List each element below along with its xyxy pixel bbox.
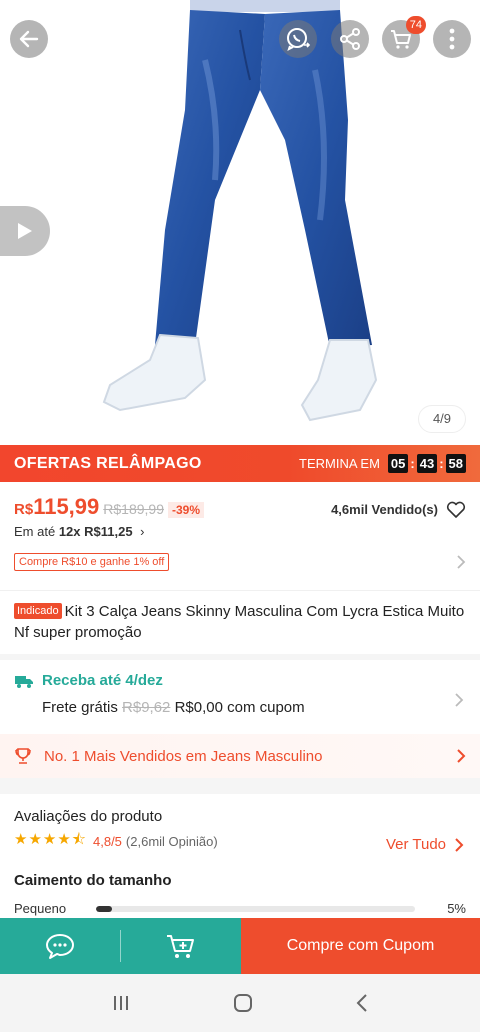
chevron-right-icon: [455, 837, 464, 852]
cart-button[interactable]: 74: [382, 16, 426, 58]
size-fit-bar-fill: [96, 905, 113, 912]
rating-count: (2,6mil Opinião): [125, 834, 218, 849]
shipping-new-price: R$0,00 com cupom: [174, 699, 305, 716]
reviews-section: Avaliações do produto ★★★★⯪ 4,8/5 (2,6mi…: [0, 778, 480, 918]
installments[interactable]: Em até 12x R$11,25 ›: [14, 524, 466, 539]
share-button[interactable]: [331, 20, 369, 58]
more-vertical-icon: [449, 28, 455, 50]
flash-sale-title: OFERTAS RELÂMPAGO: [14, 454, 202, 472]
see-all-label: Ver Tudo: [385, 836, 446, 853]
size-fit-title: Caimento do tamanho: [14, 872, 172, 889]
coupon-tag: Compre R$10 e ganhe 1% off: [14, 553, 170, 571]
countdown-seconds: 58: [445, 454, 466, 473]
whatsapp-share-button[interactable]: [279, 20, 317, 58]
see-all-reviews-link[interactable]: Ver Tudo: [386, 836, 464, 853]
product-image: [0, 0, 480, 445]
delivery-section[interactable]: Receba até 4/dez Frete grátis R$9,62 R$0…: [0, 654, 480, 734]
heart-icon[interactable]: [446, 501, 466, 519]
home-icon[interactable]: [232, 992, 254, 1014]
product-image-carousel[interactable]: 74 4/9: [0, 0, 480, 445]
price-currency: R$: [14, 501, 34, 518]
flash-sale-bar[interactable]: OFERTAS RELÂMPAGO TERMINA EM 05 : 43 : 5…: [0, 445, 480, 482]
price-section: R$ 115,99 R$189,99 -39% 4,6mil Vendido(s…: [0, 482, 480, 590]
reviews-title: Avaliações do produto: [14, 808, 163, 825]
shipping-old-price: R$9,62: [122, 699, 171, 716]
bottom-action-bar: Compre com Cupom: [0, 918, 480, 974]
countdown-hours: 05: [387, 454, 409, 473]
cart-count-badge: 74: [405, 16, 426, 34]
rating-value: 4,8/5: [93, 834, 122, 849]
back-button[interactable]: [10, 20, 48, 58]
chevron-right-icon: [455, 693, 464, 707]
whatsapp-icon: [287, 28, 311, 51]
system-navigation-bar: [0, 974, 480, 1032]
ranking-text: No. 1 Mais Vendidos em Jeans Masculino: [44, 747, 323, 765]
more-options-button[interactable]: [433, 20, 471, 58]
chevron-right-icon: [457, 555, 466, 569]
buy-with-coupon-button[interactable]: Compre com Cupom: [241, 918, 480, 974]
sold-count: 4,6mil Vendido(s): [331, 501, 466, 519]
image-pager: 4/9: [418, 405, 466, 433]
bestseller-ranking[interactable]: No. 1 Mais Vendidos em Jeans Masculino: [0, 734, 480, 778]
size-fit-label: Pequeno: [14, 901, 67, 916]
installments-prefix: Em até: [14, 524, 56, 539]
sold-count-label: 4,6mil Vendido(s): [331, 502, 438, 517]
shipping-label: Frete grátis: [42, 699, 118, 716]
rating-stars: ★★★★⯪: [14, 831, 87, 848]
size-fit-percent: 5%: [447, 901, 466, 916]
coupon-row[interactable]: Compre R$10 e ganhe 1% off: [14, 553, 466, 571]
discount-badge: -39%: [167, 502, 204, 518]
video-play-button[interactable]: [0, 206, 50, 256]
flash-ends-label: TERMINA EM: [299, 456, 380, 471]
truck-icon: [15, 675, 33, 688]
action-divider: [120, 918, 121, 974]
product-title: Kit 3 Calça Jeans Skinny Masculina Com L…: [14, 603, 465, 641]
size-fit-row: Pequeno 5%: [14, 901, 466, 916]
back-nav-icon[interactable]: [355, 992, 369, 1014]
delivery-eta: Receba até 4/dez: [42, 672, 163, 689]
recommended-badge: Indicado: [14, 603, 62, 619]
share-icon: [340, 28, 360, 50]
trophy-icon: [15, 748, 31, 764]
chevron-right-icon: ›: [140, 524, 145, 539]
arrow-left-icon: [19, 30, 39, 48]
chat-icon: [46, 934, 74, 959]
original-price: R$189,99: [103, 501, 164, 517]
product-title-section: Indicado Kit 3 Calça Jeans Skinny Masculi…: [0, 590, 480, 654]
chat-button[interactable]: [0, 918, 120, 974]
countdown-minutes: 43: [416, 454, 438, 473]
chevron-right-icon: [457, 749, 466, 763]
recent-apps-icon[interactable]: [111, 993, 131, 1013]
add-to-cart-icon: [167, 935, 194, 958]
add-to-cart-button[interactable]: [121, 918, 241, 974]
current-price: 115,99: [33, 494, 100, 519]
play-icon: [18, 223, 32, 239]
size-fit-bar: [96, 905, 416, 912]
installments-value: 12x R$11,25: [58, 524, 133, 539]
